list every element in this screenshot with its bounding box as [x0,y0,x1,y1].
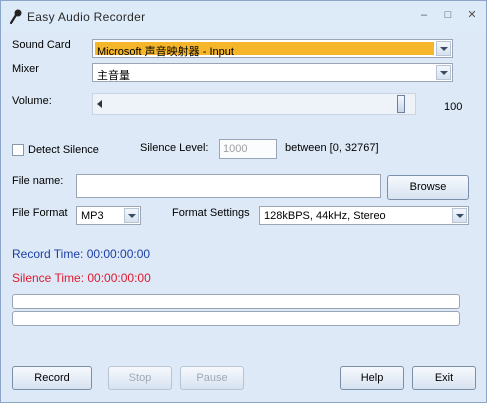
pause-button[interactable]: Pause [180,366,244,390]
stop-button[interactable]: Stop [108,366,172,390]
browse-button[interactable]: Browse [387,175,469,200]
microphone-icon [9,9,22,25]
file-format-label: File Format [12,207,68,219]
silence-progress-bar [12,311,460,326]
chevron-down-icon[interactable] [436,65,451,80]
file-name-input[interactable] [76,174,381,198]
format-settings-label: Format Settings [172,207,250,219]
volume-slider-thumb[interactable] [397,95,405,113]
title-bar: Easy Audio Recorder – □ ✕ [1,1,486,32]
file-name-label: File name: [12,175,64,187]
app-window: Easy Audio Recorder – □ ✕ Sound Card Mic… [0,0,487,403]
slider-left-arrow-icon[interactable] [97,100,102,108]
chevron-down-icon[interactable] [436,41,451,56]
mixer-value: 主音量 [97,70,130,82]
silence-level-label: Silence Level: [140,142,209,154]
silence-time-text: Silence Time: 00:00:00:00 [12,271,151,285]
file-format-select[interactable]: MP3 [76,206,141,225]
format-settings-select[interactable]: 128kBPS, 44kHz, Stereo [259,206,469,225]
record-progress-bar [12,294,460,309]
close-button[interactable]: ✕ [461,6,483,24]
silence-level-input[interactable]: 1000 [219,139,277,159]
chevron-down-icon[interactable] [452,208,467,223]
detect-silence-checkbox[interactable] [12,144,24,156]
minimize-button[interactable]: – [413,6,435,24]
detect-silence-label[interactable]: Detect Silence [28,144,99,156]
silence-level-range: between [0, 32767] [285,142,379,154]
volume-value: 100 [444,101,463,113]
record-button[interactable]: Record [12,366,92,390]
exit-button[interactable]: Exit [412,366,476,390]
help-button[interactable]: Help [340,366,404,390]
chevron-down-icon[interactable] [124,208,139,223]
silence-level-value: 1000 [223,143,248,155]
client-area: Sound Card Microsoft 声音映射器 - Input Mixer… [1,32,486,402]
format-settings-value: 128kBPS, 44kHz, Stereo [264,210,386,222]
record-time-text: Record Time: 00:00:00:00 [12,247,151,261]
file-format-value: MP3 [81,210,104,222]
sound-card-label: Sound Card [12,39,71,51]
sound-card-select[interactable]: Microsoft 声音映射器 - Input [92,39,453,58]
mixer-select[interactable]: 主音量 [92,63,453,82]
sound-card-value: Microsoft 声音映射器 - Input [97,46,234,58]
volume-label: Volume: [12,95,52,107]
window-title: Easy Audio Recorder [27,10,146,24]
volume-slider-track[interactable] [92,93,416,115]
maximize-button[interactable]: □ [437,6,459,24]
mixer-label: Mixer [12,63,39,75]
